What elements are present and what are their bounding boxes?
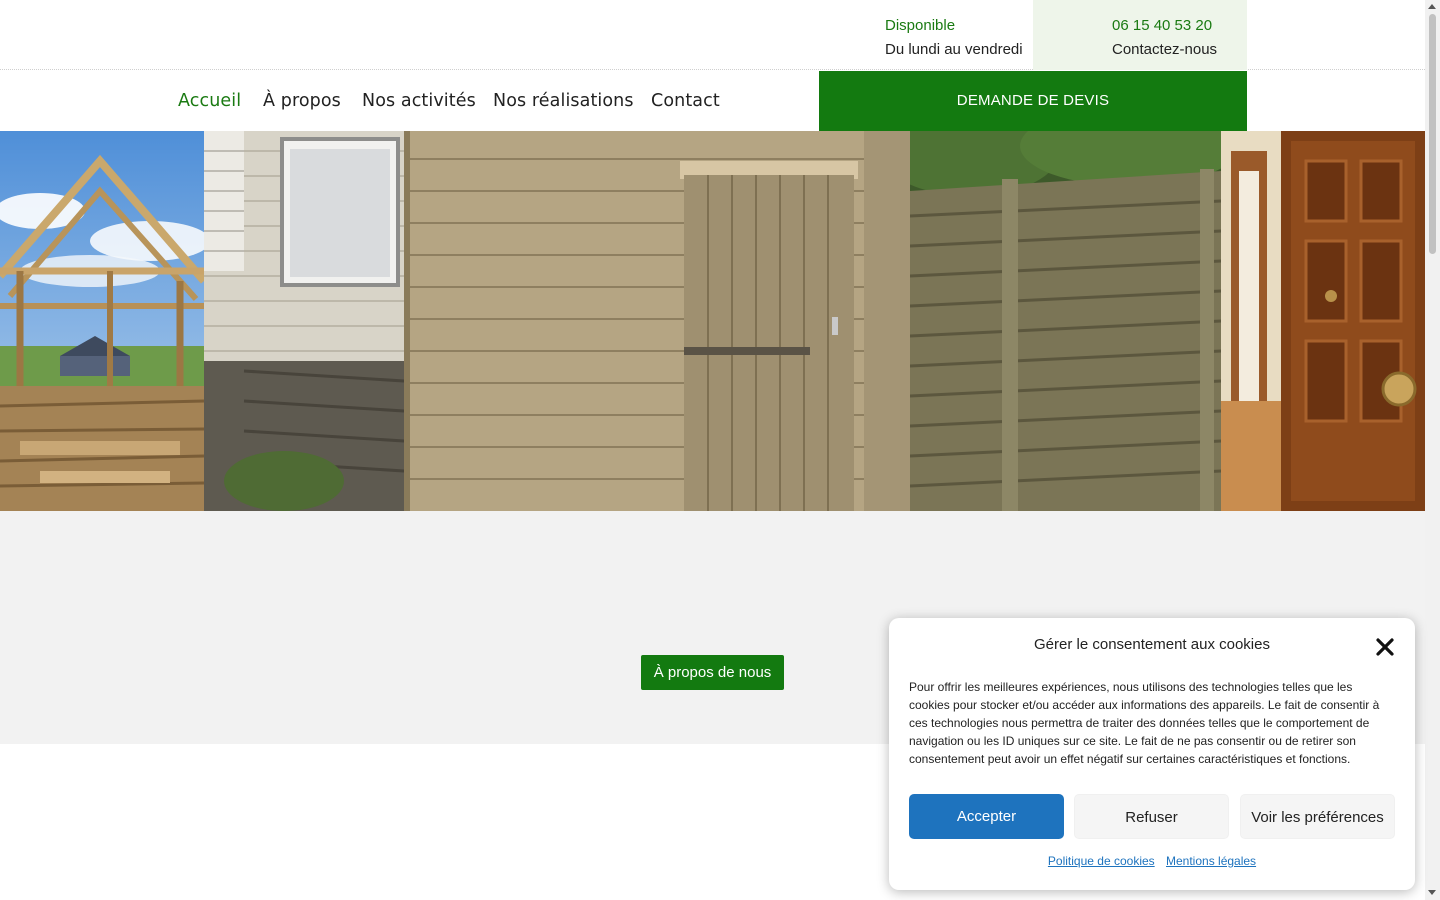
view-preferences-button[interactable]: Voir les préférences bbox=[1240, 794, 1395, 839]
wooden-shed-image bbox=[404, 131, 910, 511]
cookie-consent-dialog: Gérer le consentement aux cookies Pour o… bbox=[889, 618, 1415, 890]
wooden-fence-image bbox=[910, 131, 1221, 511]
main-navigation: Accueil À propos Nos activités Nos réali… bbox=[0, 71, 1425, 131]
scroll-down-arrow-icon[interactable] bbox=[1428, 890, 1436, 895]
roof-frame-image bbox=[0, 131, 204, 511]
availability-title: Disponible bbox=[885, 17, 956, 34]
scroll-up-arrow-icon[interactable] bbox=[1428, 4, 1436, 9]
nav-item-activites[interactable]: Nos activités bbox=[362, 71, 476, 131]
cookie-policy-link[interactable]: Politique de cookies bbox=[1048, 854, 1155, 868]
legal-notice-link[interactable]: Mentions légales bbox=[1166, 854, 1256, 868]
wooden-door-image bbox=[1221, 131, 1425, 511]
scrollbar-thumb[interactable] bbox=[1429, 14, 1436, 254]
contact-label[interactable]: Contactez-nous bbox=[1112, 38, 1247, 62]
availability-block: Disponible Du lundi au vendredi bbox=[885, 0, 1033, 70]
refuse-cookies-button[interactable]: Refuser bbox=[1074, 794, 1229, 839]
nav-item-a-propos[interactable]: À propos bbox=[263, 71, 341, 131]
cookie-description: Pour offrir les meilleures expériences, … bbox=[909, 680, 1380, 766]
top-info-bar: Disponible Du lundi au vendredi 06 15 40… bbox=[0, 0, 1425, 70]
availability-hours: Du lundi au vendredi bbox=[885, 41, 1023, 58]
nav-item-realisations[interactable]: Nos réalisations bbox=[493, 71, 634, 131]
page-scrollbar[interactable] bbox=[1425, 0, 1440, 900]
hero-banner bbox=[0, 131, 1425, 511]
about-us-button[interactable]: À propos de nous bbox=[641, 655, 784, 690]
accept-cookies-button[interactable]: Accepter bbox=[909, 794, 1064, 839]
nav-item-contact[interactable]: Contact bbox=[651, 71, 720, 131]
nav-item-accueil[interactable]: Accueil bbox=[178, 71, 241, 131]
quote-request-button[interactable]: DEMANDE DE DEVIS bbox=[819, 71, 1247, 131]
phone-block[interactable]: 06 15 40 53 20 Contactez-nous bbox=[1033, 0, 1247, 70]
cookie-links: Politique de cookies Mentions légales bbox=[889, 854, 1415, 868]
phone-number[interactable]: 06 15 40 53 20 bbox=[1112, 14, 1247, 38]
mobile-home-wall-image bbox=[204, 131, 404, 511]
cookie-dialog-title: Gérer le consentement aux cookies bbox=[1034, 636, 1270, 653]
close-icon[interactable] bbox=[1374, 636, 1396, 658]
